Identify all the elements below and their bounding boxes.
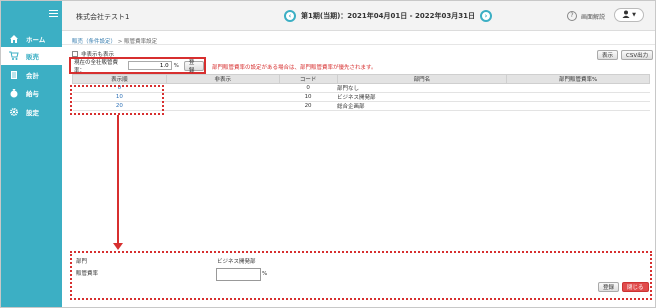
edit-close-button[interactable]: 閉じる — [622, 282, 649, 292]
next-period-icon[interactable]: › — [479, 10, 492, 22]
sidebar-item-payroll[interactable]: 給与 — [1, 84, 62, 102]
company-rate-box: 現在の全社販管費率： % 登録 — [69, 57, 206, 74]
home-icon — [9, 34, 19, 44]
sidebar-item-accounting[interactable]: 会計 — [1, 66, 62, 84]
col-header-dept-name[interactable]: 部門名 — [336, 74, 508, 84]
dept-name-cell: ビジネス開発部 — [337, 92, 507, 102]
dept-rate-cell — [506, 92, 650, 102]
col-header-hidden[interactable]: 非表示 — [165, 74, 280, 84]
edit-register-button[interactable]: 登録 — [598, 282, 620, 292]
question-icon: ? — [567, 11, 577, 21]
col-header-code[interactable]: コード — [278, 74, 338, 84]
sidebar-item-settings[interactable]: 設定 — [1, 103, 62, 121]
dept-rate-cell — [506, 83, 650, 93]
hidden-cell — [166, 101, 280, 111]
code-cell: 20 — [279, 101, 338, 111]
hamburger-menu-icon[interactable] — [49, 10, 58, 17]
user-icon — [622, 10, 630, 20]
edit-dept-value: ビジネス開発部 — [217, 259, 256, 265]
dept-name-cell: 部門なし — [337, 83, 507, 93]
company-rate-input[interactable] — [127, 61, 172, 70]
sidebar-item-home[interactable]: ホーム — [1, 30, 62, 48]
sidebar-item-sales[interactable]: 販売 — [1, 47, 62, 65]
sidebar-item-label: 販売 — [26, 53, 39, 61]
ledger-icon — [9, 70, 19, 80]
sidebar-item-label: 設定 — [26, 109, 39, 117]
sidebar: ホーム 販売 会計 給与 設定 — [1, 1, 62, 307]
display-button[interactable]: 表示 — [597, 50, 619, 60]
period-selector: ‹ 第1期(当期)：2021年04月01日 - 2022年03月31日 › — [284, 10, 492, 22]
sidebar-item-label: 給与 — [26, 90, 39, 98]
period-label: 第1期(当期)：2021年04月01日 - 2022年03月31日 — [301, 12, 475, 20]
dept-rate-cell — [506, 101, 650, 111]
chevron-down-icon: ▼ — [632, 12, 636, 18]
header-bar: 株式会社テスト1 ‹ 第1期(当期)：2021年04月01日 - 2022年03… — [62, 1, 655, 31]
code-cell: 0 — [279, 83, 338, 93]
company-rate-register-button[interactable]: 登録 — [183, 60, 204, 74]
prev-period-icon[interactable]: ‹ — [284, 10, 296, 22]
edit-rate-unit: % — [262, 271, 268, 277]
edit-panel-buttons: 登録 閉じる — [598, 282, 649, 292]
cart-icon — [9, 51, 19, 61]
company-name: 株式会社テスト1 — [76, 13, 130, 21]
sidebar-item-label: 会計 — [26, 72, 39, 80]
edit-rate-input[interactable] — [216, 268, 261, 281]
company-rate-label: 現在の全社販管費率： — [74, 59, 119, 74]
hidden-cell — [166, 92, 280, 102]
priority-warning: 部門販管費率の設定がある場合は、部門販管費率が優先されます。 — [212, 65, 377, 71]
hidden-cell — [166, 83, 280, 93]
order-links-highlight — [70, 85, 164, 115]
col-header-order[interactable]: 表示順 — [72, 74, 167, 84]
moneybag-icon — [9, 88, 19, 98]
col-header-dept-rate[interactable]: 部門販管費率% — [506, 74, 650, 84]
csv-export-button[interactable]: CSV出力 — [621, 50, 654, 60]
edit-rate-label: 販管費率 — [76, 271, 99, 277]
help-label: 画面解説 — [581, 13, 606, 21]
callout-arrow-head-icon — [113, 243, 123, 250]
top-buttons: 表示 CSV出力 — [597, 50, 654, 60]
code-cell: 10 — [279, 92, 338, 102]
sidebar-item-label: ホーム — [26, 36, 46, 44]
dept-name-cell: 総合企画部 — [337, 101, 507, 111]
edit-dept-label: 部門 — [76, 259, 88, 265]
divider — [62, 44, 655, 45]
callout-arrow-line — [117, 115, 119, 246]
edit-panel-highlight — [70, 251, 652, 300]
company-rate-unit: % — [173, 62, 179, 69]
table-header-row: 表示順 非表示 コード 部門名 部門販管費率% — [72, 74, 650, 84]
gear-icon — [9, 107, 19, 117]
help-link[interactable]: ? 画面解説 — [567, 11, 605, 21]
user-menu-button[interactable]: ▼ — [614, 8, 644, 22]
